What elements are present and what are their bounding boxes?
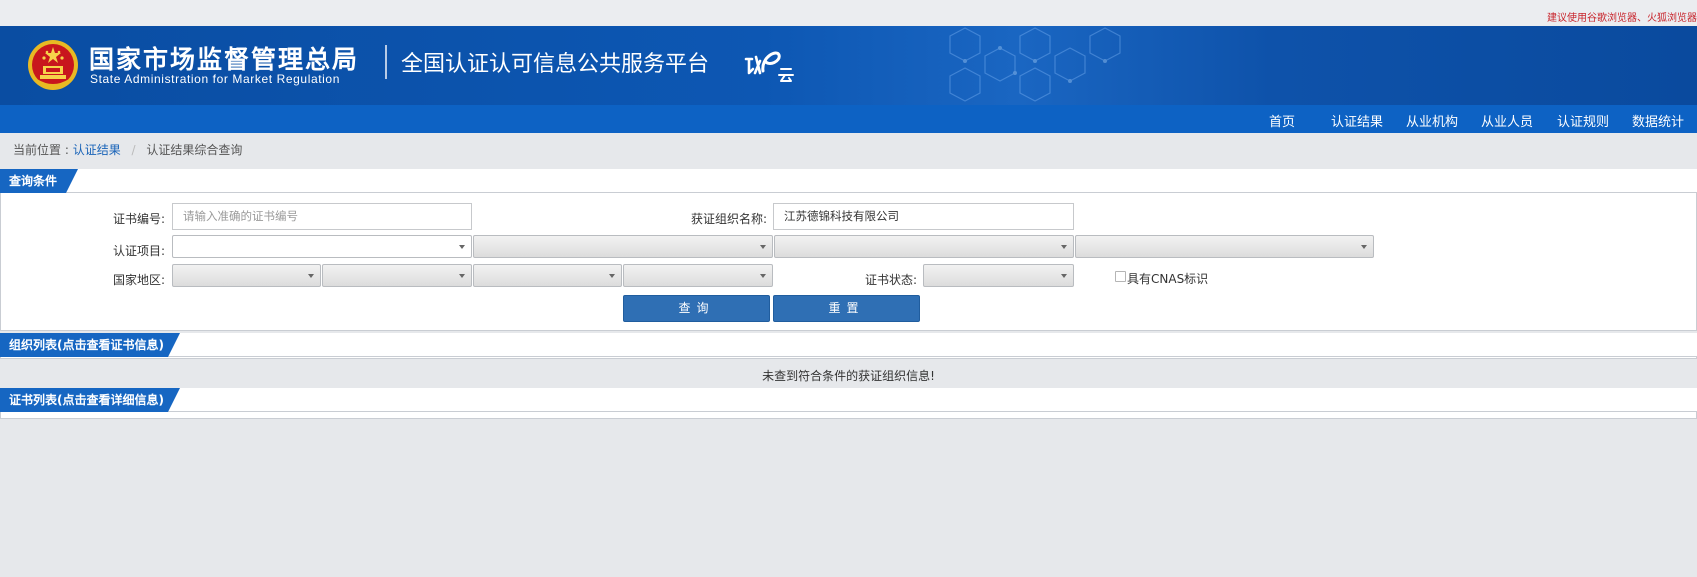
reset-button[interactable]: 重置	[773, 295, 920, 322]
region-select-4[interactable]	[623, 264, 773, 287]
chevron-down-icon	[760, 245, 766, 249]
cert-list-header: 证书列表(点击查看详细信息)	[0, 388, 1697, 412]
breadcrumb-separator: /	[131, 143, 136, 157]
query-panel-title: 查询条件	[0, 169, 66, 193]
org-name-label: 获证组织名称:	[691, 212, 768, 226]
chevron-down-icon	[459, 274, 465, 278]
org-list-title: 组织列表(点击查看证书信息)	[0, 333, 168, 357]
region-select-3[interactable]	[473, 264, 622, 287]
query-panel-header: 查询条件	[0, 169, 1697, 193]
nav-statistics[interactable]: 数据统计	[1632, 111, 1684, 130]
project-select-1[interactable]	[172, 235, 472, 258]
org-list-panel: 组织列表(点击查看证书信息)	[0, 333, 1697, 359]
chevron-down-icon	[1061, 245, 1067, 249]
cert-no-input[interactable]: 请输入准确的证书编号	[172, 203, 472, 230]
cert-list-title: 证书列表(点击查看详细信息)	[0, 388, 168, 412]
chevron-down-icon	[609, 274, 615, 278]
nav-cert-results[interactable]: 认证结果	[1331, 111, 1383, 130]
nav-home[interactable]: 首页	[1269, 111, 1295, 130]
org-empty-message: 未查到符合条件的获证组织信息!	[762, 369, 935, 383]
hexagon-pattern-decoration	[949, 27, 1121, 102]
nav-institutions[interactable]: 从业机构	[1406, 111, 1458, 130]
breadcrumb-prefix: 当前位置 :	[13, 143, 69, 157]
breadcrumb: 当前位置 : 认证结果 / 认证结果综合查询	[13, 141, 242, 158]
main-nav: 首页 认证结果 从业机构 从业人员 认证规则 数据统计	[0, 105, 1697, 133]
browser-tip: 建议使用谷歌浏览器、火狐浏览器	[1547, 13, 1697, 24]
org-list-header: 组织列表(点击查看证书信息)	[0, 333, 1697, 357]
tab-slant-decoration	[168, 333, 180, 357]
region-select-1[interactable]	[172, 264, 321, 287]
platform-title: 全国认证认可信息公共服务平台	[401, 52, 710, 77]
search-button[interactable]: 查询	[623, 295, 770, 322]
cnas-checkbox[interactable]	[1115, 271, 1126, 282]
chevron-down-icon	[1361, 245, 1367, 249]
chevron-down-icon	[760, 274, 766, 278]
tab-slant-decoration	[66, 169, 78, 193]
renzheng-yun-logo-icon	[744, 51, 794, 82]
org-name-en: State Administration for Market Regulati…	[90, 72, 340, 86]
org-name-input[interactable]: 江苏德锦科技有限公司	[773, 203, 1074, 230]
tab-slant-decoration	[168, 388, 180, 412]
top-strip: 建议使用谷歌浏览器、火狐浏览器	[0, 0, 1697, 26]
query-panel: 查询条件 证书编号: 请输入准确的证书编号 获证组织名称: 江苏德锦科技有限公司…	[0, 169, 1697, 331]
project-select-3[interactable]	[774, 235, 1074, 258]
org-name-cn: 国家市场监督管理总局	[89, 45, 360, 74]
header-banner: 国家市场监督管理总局 State Administration for Mark…	[0, 26, 1697, 105]
region-select-2[interactable]	[322, 264, 472, 287]
project-select-2[interactable]	[473, 235, 773, 258]
cnas-label: 具有CNAS标识	[1127, 272, 1209, 286]
chevron-down-icon	[459, 245, 465, 249]
project-label: 认证项目:	[113, 244, 166, 258]
nav-practitioners[interactable]: 从业人员	[1481, 111, 1533, 130]
region-label: 国家地区:	[113, 273, 166, 287]
cert-no-label: 证书编号:	[113, 212, 166, 226]
status-label: 证书状态:	[865, 273, 918, 287]
project-select-4[interactable]	[1075, 235, 1374, 258]
chevron-down-icon	[308, 274, 314, 278]
breadcrumb-link-cert-results[interactable]: 认证结果	[73, 143, 121, 157]
status-select[interactable]	[923, 264, 1074, 287]
national-emblem-icon	[28, 40, 78, 90]
chevron-down-icon	[1061, 274, 1067, 278]
nav-cert-rules[interactable]: 认证规则	[1557, 111, 1609, 130]
header-divider	[385, 45, 387, 79]
cert-list-panel: 证书列表(点击查看详细信息)	[0, 388, 1697, 419]
breadcrumb-current: 认证结果综合查询	[146, 143, 243, 157]
